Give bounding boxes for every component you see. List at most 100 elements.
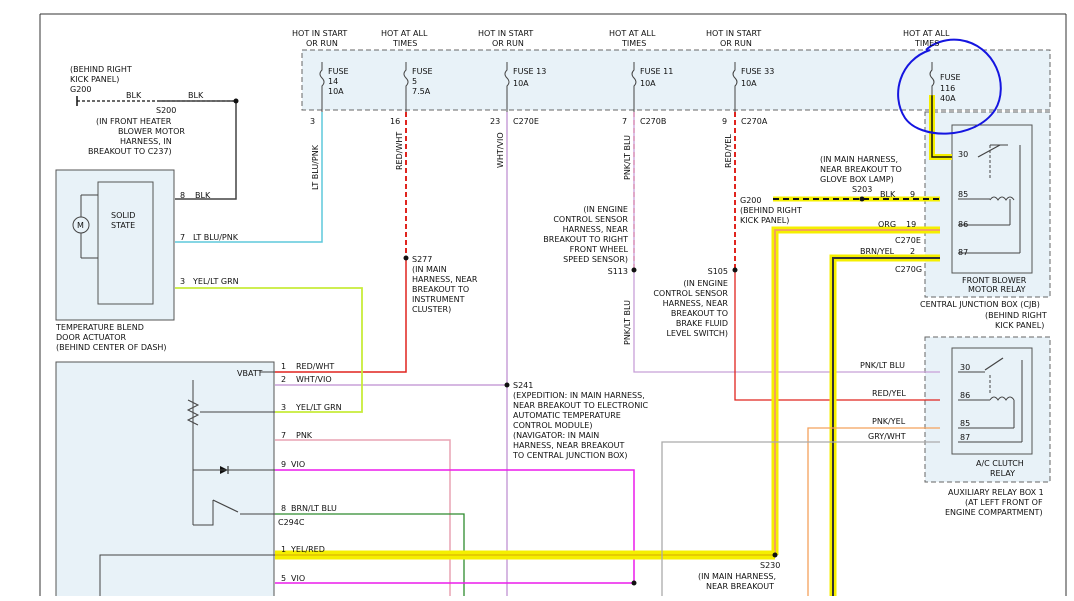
wire-vio-9 — [275, 469, 635, 583]
svg-text:BLK: BLK — [188, 91, 204, 100]
svg-text:BREAKOUT TO: BREAKOUT TO — [412, 285, 469, 294]
svg-text:19: 19 — [906, 220, 916, 229]
svg-text:87: 87 — [958, 248, 968, 257]
splice-s241-labels: S241 (EXPEDITION: IN MAIN HARNESS, NEAR … — [512, 381, 649, 460]
svg-text:C270G: C270G — [895, 265, 922, 274]
svg-text:(IN FRONT HEATER: (IN FRONT HEATER — [96, 117, 172, 126]
svg-text:23: 23 — [490, 117, 500, 126]
wire-lt-blu-pnk — [175, 112, 323, 243]
svg-text:1: 1 — [281, 362, 286, 371]
svg-text:S200: S200 — [156, 106, 176, 115]
svg-text:DOOR ACTUATOR: DOOR ACTUATOR — [56, 333, 127, 342]
svg-text:(IN MAIN HARNESS,: (IN MAIN HARNESS, — [698, 572, 776, 581]
svg-text:HARNESS, NEAR: HARNESS, NEAR — [663, 299, 729, 308]
wire-red-yel — [734, 270, 940, 401]
svg-text:116: 116 — [940, 84, 955, 93]
svg-text:RED/YEL: RED/YEL — [724, 134, 733, 168]
svg-text:INSTRUMENT: INSTRUMENT — [412, 295, 465, 304]
svg-text:NEAR BREAKOUT: NEAR BREAKOUT — [706, 582, 774, 591]
svg-text:FUSE 33: FUSE 33 — [741, 67, 774, 76]
svg-text:PNK/LT BLU: PNK/LT BLU — [623, 135, 632, 180]
svg-text:YEL/LT GRN: YEL/LT GRN — [295, 403, 342, 412]
svg-text:STATE: STATE — [111, 221, 135, 230]
svg-text:2: 2 — [910, 247, 915, 256]
svg-text:S230: S230 — [760, 561, 780, 570]
svg-text:AUTOMATIC TEMPERATURE: AUTOMATIC TEMPERATURE — [513, 411, 621, 420]
svg-text:OR RUN: OR RUN — [720, 39, 752, 48]
svg-text:WHT/VIO: WHT/VIO — [296, 375, 332, 384]
svg-text:PNK: PNK — [296, 431, 313, 440]
svg-text:S241: S241 — [513, 381, 533, 390]
svg-text:AUXILIARY RELAY BOX 1: AUXILIARY RELAY BOX 1 — [948, 488, 1044, 497]
svg-text:C270E: C270E — [895, 236, 921, 245]
svg-text:HARNESS, IN: HARNESS, IN — [120, 137, 172, 146]
svg-text:(IN ENGINE: (IN ENGINE — [583, 205, 628, 214]
svg-text:BLK: BLK — [126, 91, 142, 100]
splice-s203-labels: (IN MAIN HARNESS, NEAR BREAKOUT TO GLOVE… — [820, 155, 902, 194]
splice-s113-labels: (IN ENGINE CONTROL SENSOR HARNESS, NEAR … — [543, 205, 628, 276]
svg-text:(IN MAIN HARNESS,: (IN MAIN HARNESS, — [820, 155, 898, 164]
svg-text:BRAKE FLUID: BRAKE FLUID — [676, 319, 728, 328]
svg-text:40A: 40A — [940, 94, 956, 103]
svg-text:7: 7 — [622, 117, 627, 126]
svg-text:BLOWER MOTOR: BLOWER MOTOR — [118, 127, 185, 136]
svg-text:S203: S203 — [852, 185, 872, 194]
svg-text:(AT LEFT FRONT OF: (AT LEFT FRONT OF — [965, 498, 1043, 507]
svg-text:GLOVE BOX LAMP): GLOVE BOX LAMP) — [820, 175, 894, 184]
svg-text:7.5A: 7.5A — [412, 87, 431, 96]
svg-text:9: 9 — [281, 460, 286, 469]
svg-text:FUSE 13: FUSE 13 — [513, 67, 546, 76]
svg-text:(NAVIGATOR: IN MAIN: (NAVIGATOR: IN MAIN — [513, 431, 599, 440]
svg-text:LEVEL SWITCH): LEVEL SWITCH) — [666, 329, 728, 338]
svg-text:C270A: C270A — [741, 117, 768, 126]
svg-text:30: 30 — [960, 363, 970, 372]
svg-text:FRONT WHEEL: FRONT WHEEL — [570, 245, 629, 254]
svg-text:HOT IN START: HOT IN START — [706, 29, 761, 38]
svg-text:85: 85 — [958, 190, 968, 199]
svg-text:BREAKOUT TO RIGHT: BREAKOUT TO RIGHT — [543, 235, 628, 244]
svg-text:PNK/LT BLU: PNK/LT BLU — [860, 361, 905, 370]
svg-text:FUSE: FUSE — [940, 73, 961, 82]
svg-text:ENGINE COMPARTMENT): ENGINE COMPARTMENT) — [945, 508, 1043, 517]
splice-s105-dot — [732, 267, 738, 273]
splice-s230-labels: S230 (IN MAIN HARNESS, NEAR BREAKOUT — [698, 561, 780, 591]
splice-s105-labels: S105 (IN ENGINE CONTROL SENSOR HARNESS, … — [653, 267, 728, 338]
svg-text:HOT AT ALL: HOT AT ALL — [903, 29, 950, 38]
svg-text:7: 7 — [281, 431, 286, 440]
splice-s277-dot — [403, 255, 409, 261]
splice-vio-dot — [631, 580, 637, 586]
svg-text:BRN/LT BLU: BRN/LT BLU — [291, 504, 337, 513]
fuse-14-color: LT BLU/PNK — [311, 144, 320, 190]
svg-text:WHT/VIO: WHT/VIO — [496, 132, 505, 168]
svg-text:M: M — [77, 221, 84, 230]
svg-text:(EXPEDITION: IN MAIN HARNESS,: (EXPEDITION: IN MAIN HARNESS, — [513, 391, 645, 400]
svg-text:HARNESS, NEAR BREAKOUT: HARNESS, NEAR BREAKOUT — [513, 441, 624, 450]
svg-text:CLUSTER): CLUSTER) — [412, 305, 451, 314]
svg-text:30: 30 — [958, 150, 968, 159]
fuse-14-name: FUSE — [328, 67, 349, 76]
svg-text:TIMES: TIMES — [621, 39, 646, 48]
svg-text:ORG: ORG — [878, 220, 896, 229]
svg-text:PNK/YEL: PNK/YEL — [872, 417, 906, 426]
wire-org — [774, 229, 940, 555]
svg-text:S113: S113 — [608, 267, 628, 276]
solid-state-box — [97, 181, 154, 305]
svg-text:GRY/WHT: GRY/WHT — [868, 432, 906, 441]
diagram-canvas: HOT IN START OR RUN FUSE 14 10A 3 LT BLU… — [39, 13, 1067, 601]
svg-text:1: 1 — [281, 545, 286, 554]
svg-text:KICK PANEL): KICK PANEL) — [740, 216, 789, 225]
svg-text:S277: S277 — [412, 255, 432, 264]
svg-text:FUSE 11: FUSE 11 — [640, 67, 673, 76]
svg-text:3: 3 — [180, 277, 185, 286]
svg-text:FRONT BLOWER: FRONT BLOWER — [962, 276, 1027, 285]
svg-text:CONTROL MODULE): CONTROL MODULE) — [513, 421, 592, 430]
svg-text:10A: 10A — [640, 79, 656, 88]
svg-text:5: 5 — [281, 574, 286, 583]
svg-text:(BEHIND RIGHT: (BEHIND RIGHT — [985, 311, 1047, 320]
svg-text:TIMES: TIMES — [392, 39, 417, 48]
wire-pnk-yel — [807, 427, 940, 596]
svg-text:2: 2 — [281, 375, 286, 384]
svg-text:8: 8 — [180, 191, 185, 200]
svg-text:16: 16 — [390, 117, 400, 126]
svg-text:YEL/LT GRN: YEL/LT GRN — [192, 277, 239, 286]
